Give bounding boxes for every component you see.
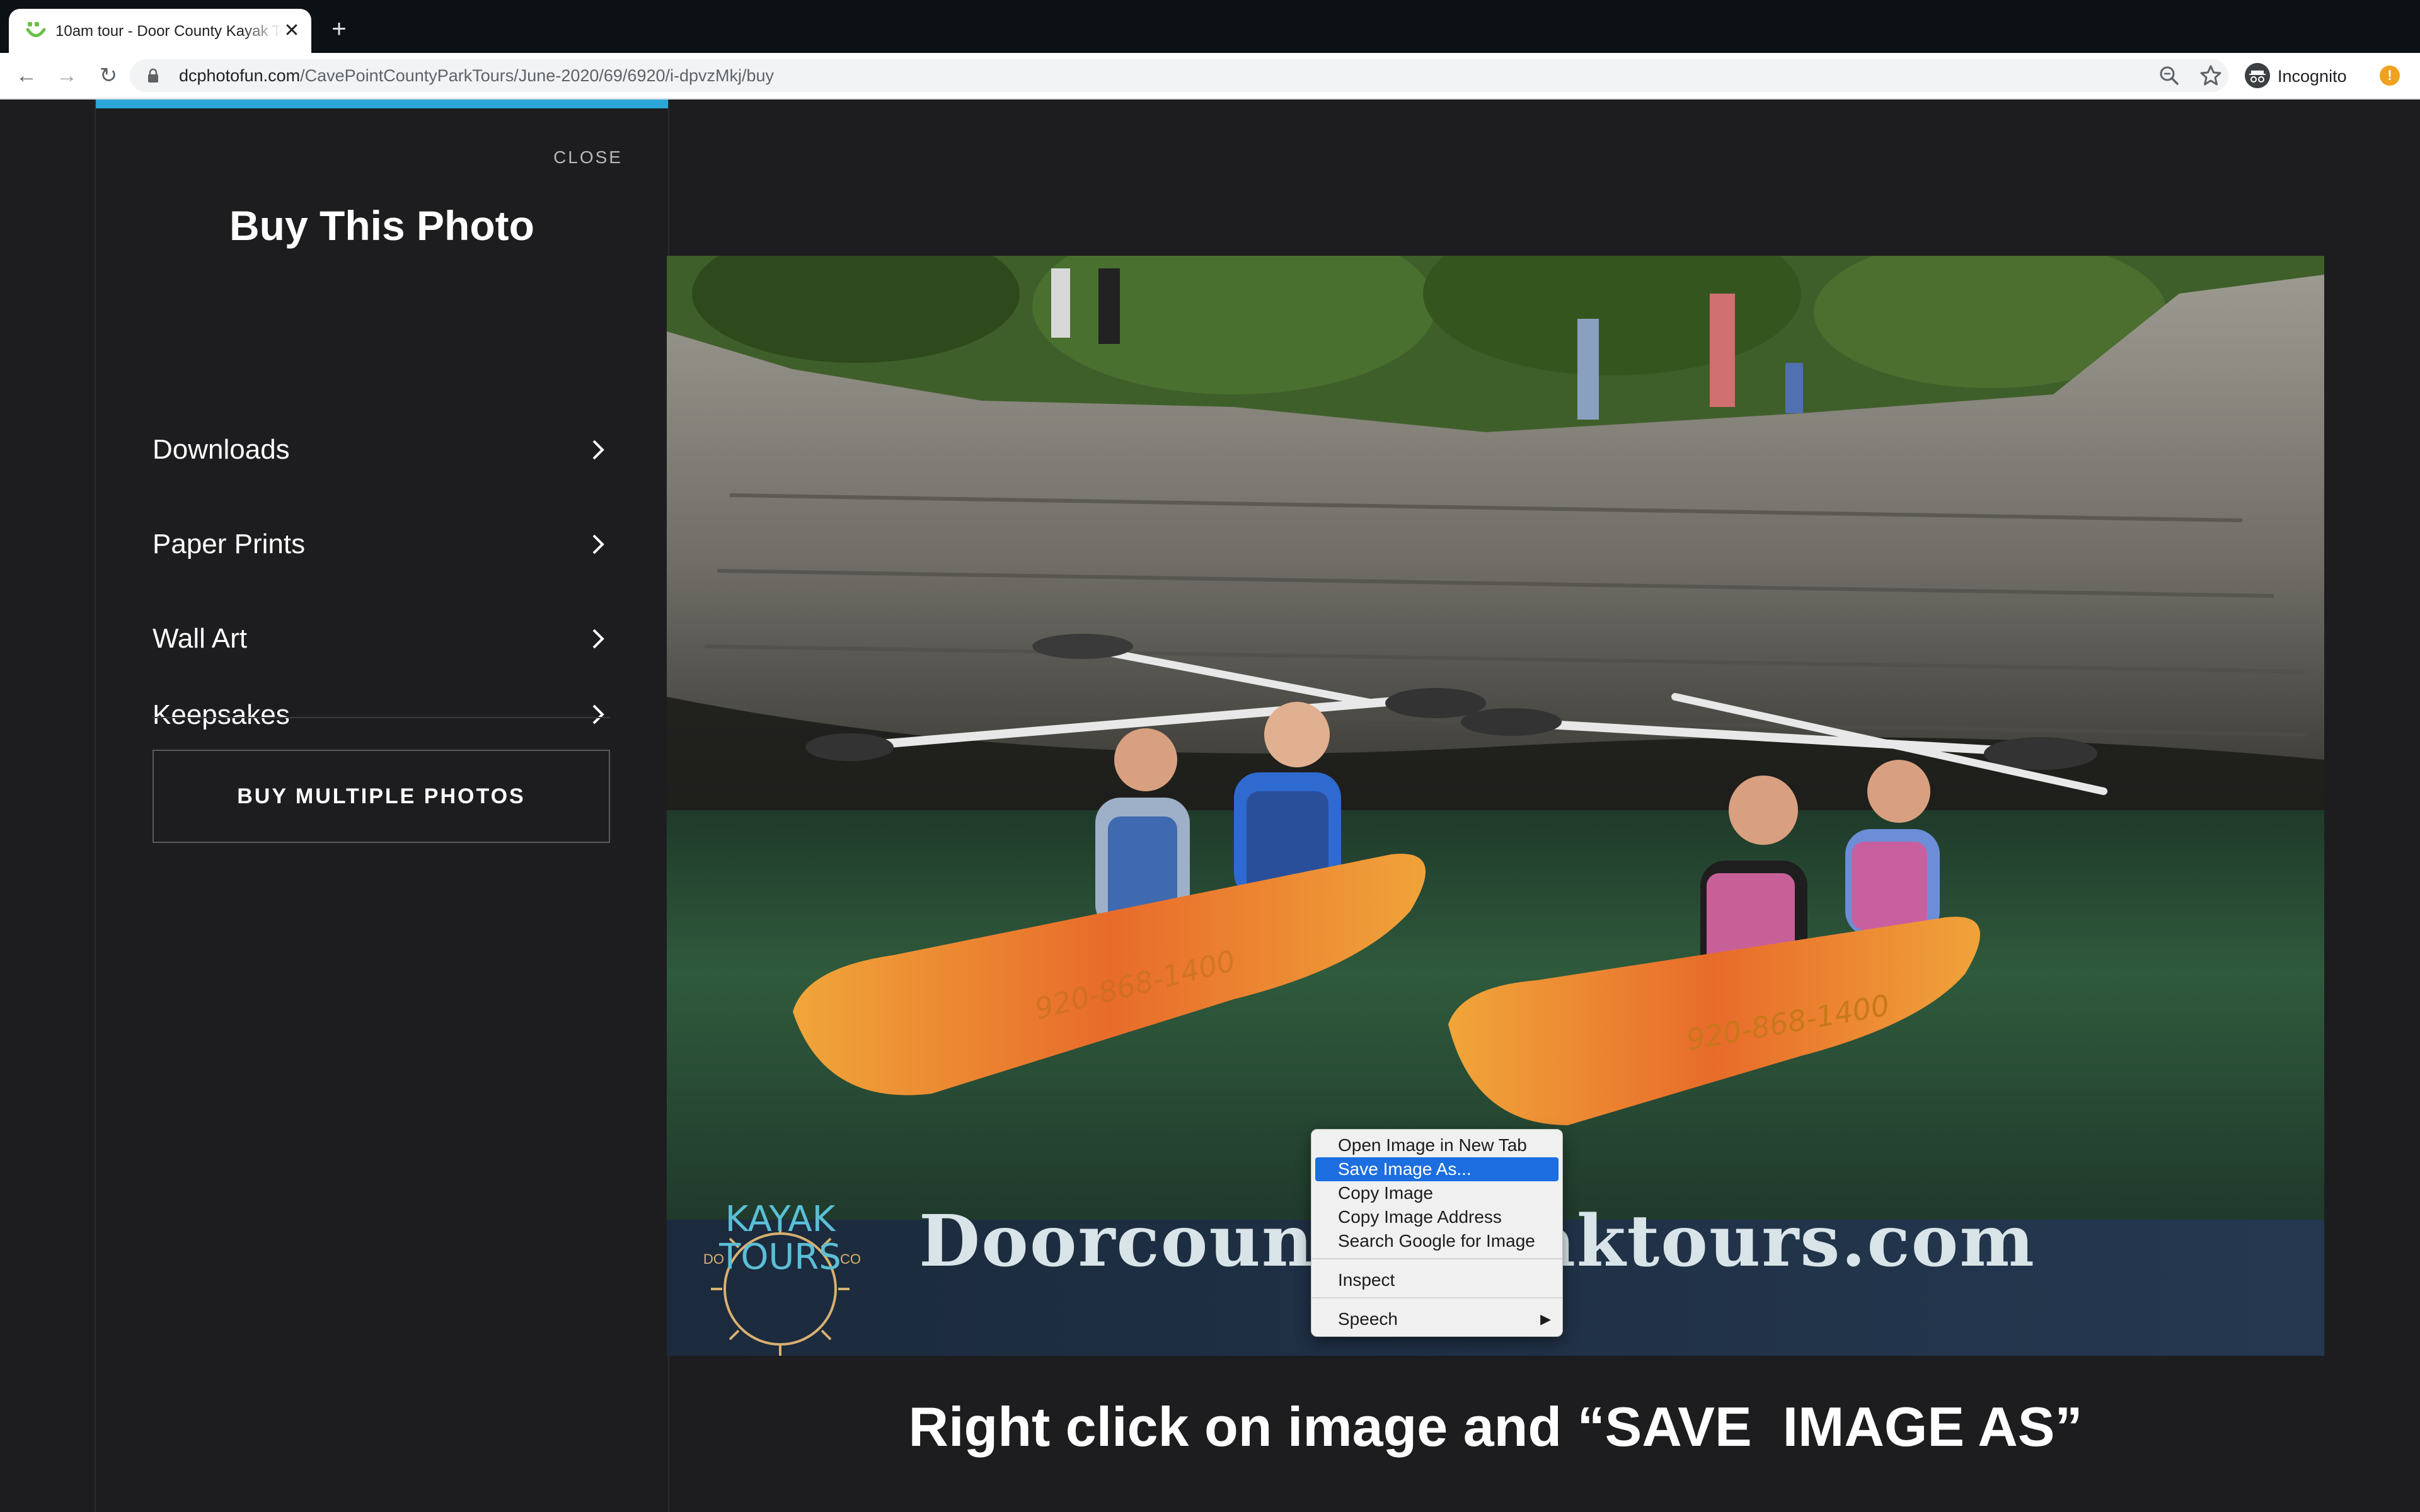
back-arrow-icon[interactable]: ← [13, 62, 40, 89]
buy-multiple-photos-button[interactable]: BUY MULTIPLE PHOTOS [153, 750, 610, 843]
logo-small-text: DO CO [703, 1251, 861, 1268]
menu-item-keepsakes-row[interactable]: Keepsakes [153, 667, 610, 742]
menu-item-label: Paper Prints [153, 529, 306, 559]
incognito-label: Incognito [2278, 67, 2347, 86]
reload-icon[interactable]: ↻ [95, 62, 122, 89]
smugmug-favicon-icon [26, 22, 46, 37]
context-menu-open-image-new-tab[interactable]: Open Image in New Tab [1315, 1133, 1559, 1157]
context-menu-speech[interactable]: Speech ▶ [1315, 1307, 1559, 1331]
buy-photo-panel: CLOSE Buy This Photo Downloads Paper Pri… [95, 100, 669, 1512]
browser-tab-bar: 10am tour - Door County Kayak Tours ✕ + [0, 0, 2420, 53]
context-menu: Open Image in New Tab Save Image As... C… [1311, 1129, 1563, 1337]
context-menu-copy-image-address[interactable]: Copy Image Address [1315, 1205, 1559, 1229]
forward-arrow-icon[interactable]: → [53, 62, 81, 89]
page-content: CLOSE Buy This Photo Downloads Paper Pri… [0, 100, 2420, 1512]
tab-title: 10am tour - Door County Kayak Tours [55, 23, 282, 40]
url-host: dcphotofun.com [179, 66, 301, 85]
panel-title: Buy This Photo [229, 202, 534, 249]
url-path: /CavePointCountyParkTours/June-2020/69/6… [300, 66, 775, 85]
instruction-caption: Right click on image and “SAVE IMAGE AS” [908, 1395, 2083, 1458]
panel-accent-bar [96, 100, 668, 108]
submenu-arrow-icon: ▶ [1540, 1311, 1551, 1327]
chevron-right-icon [592, 704, 604, 724]
context-menu-copy-image[interactable]: Copy Image [1315, 1181, 1559, 1205]
tab-close-icon[interactable]: ✕ [281, 20, 302, 42]
incognito-icon [2245, 63, 2270, 88]
menu-item-downloads[interactable]: Downloads [153, 415, 610, 484]
panel-divider [153, 717, 610, 718]
context-menu-separator [1311, 1297, 1562, 1298]
address-bar[interactable]: dcphotofun.com/CavePointCountyParkTours/… [130, 59, 2228, 92]
incognito-indicator[interactable]: Incognito [2241, 59, 2365, 92]
zoom-magnifier-icon[interactable] [2155, 62, 2183, 89]
context-menu-speech-label: Speech [1338, 1309, 1398, 1329]
menu-item-paper-prints[interactable]: Paper Prints [153, 509, 610, 578]
chevron-right-icon [592, 440, 604, 460]
browser-tab[interactable]: 10am tour - Door County Kayak Tours ✕ [9, 9, 311, 53]
context-menu-inspect[interactable]: Inspect [1315, 1268, 1559, 1292]
context-menu-search-google-for-image[interactable]: Search Google for Image [1315, 1229, 1559, 1253]
update-indicator-icon[interactable]: ! [2380, 66, 2400, 86]
context-menu-separator [1311, 1258, 1562, 1259]
menu-item-label: Keepsakes [153, 699, 290, 730]
context-menu-save-image-as[interactable]: Save Image As... [1315, 1157, 1559, 1181]
bookmark-star-icon[interactable] [2197, 62, 2225, 89]
menu-item-label: Wall Art [153, 623, 247, 654]
url-text: dcphotofun.com/CavePointCountyParkTours/… [179, 66, 774, 86]
chevron-right-icon [592, 629, 604, 649]
browser-toolbar: ← → ↻ dcphotofun.com/CavePointCountyPark… [0, 53, 2420, 100]
close-button[interactable]: CLOSE [547, 145, 623, 170]
menu-item-label: Downloads [153, 434, 290, 465]
logo-small-right: CO [840, 1251, 861, 1267]
chevron-right-icon [592, 534, 604, 554]
new-tab-button[interactable]: + [325, 15, 353, 43]
menu-item-wall-art[interactable]: Wall Art [153, 604, 610, 673]
logo-small-left: DO [703, 1251, 724, 1267]
lock-icon [148, 68, 158, 83]
